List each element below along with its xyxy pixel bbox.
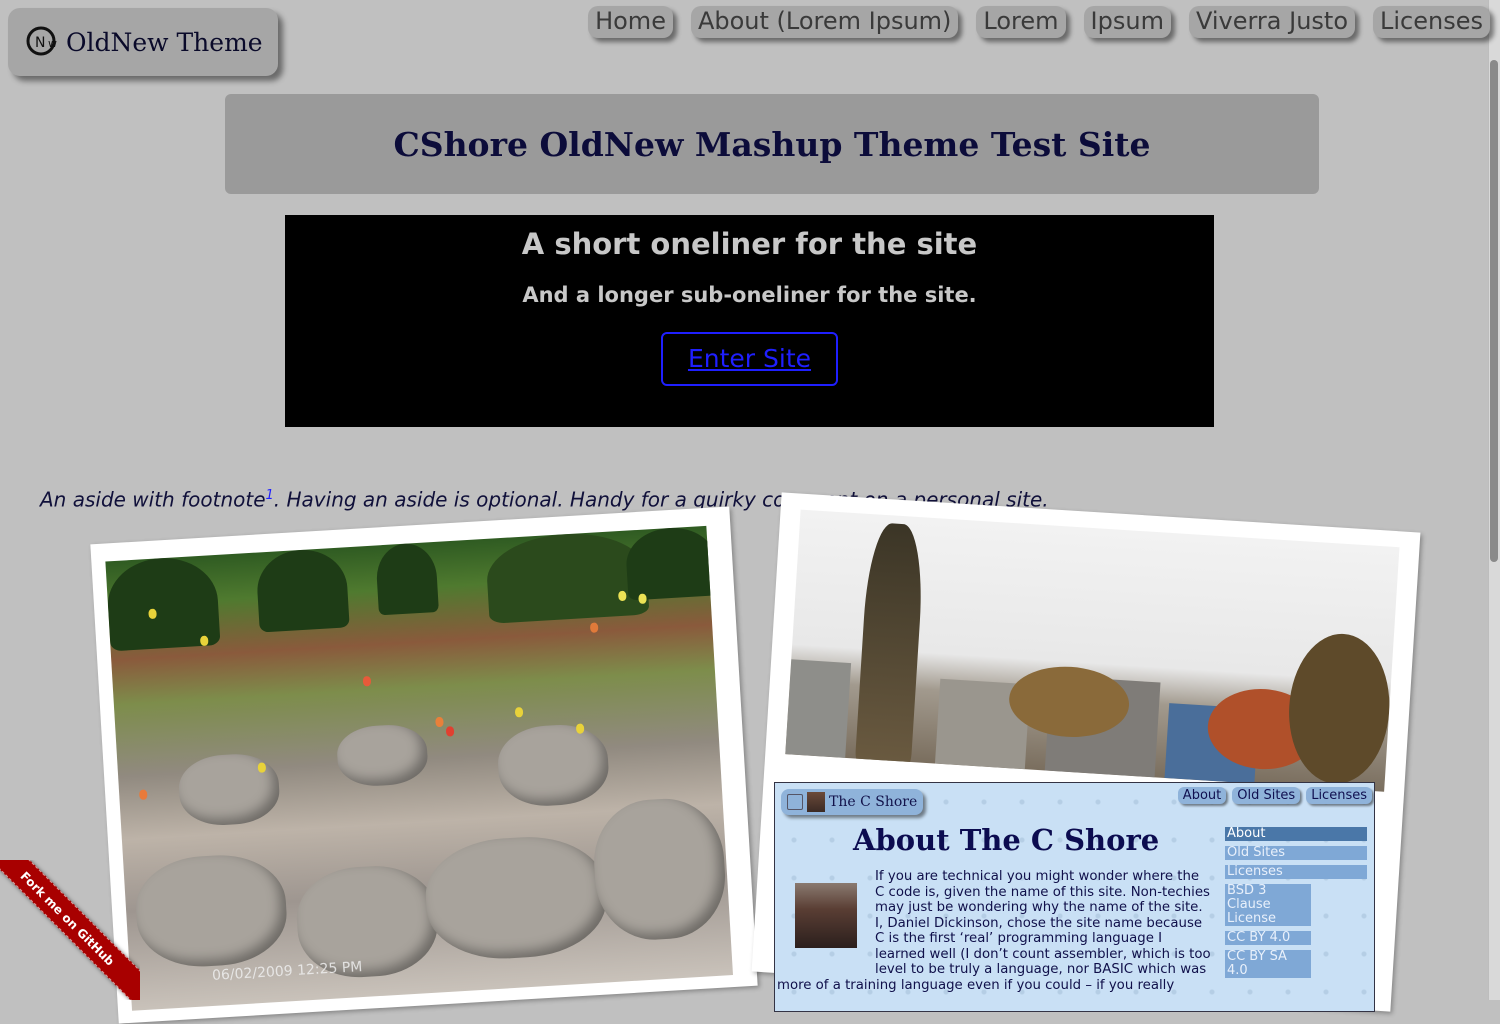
paragraph-line: learned well (I don’t count assembler, w… bbox=[875, 946, 1211, 962]
paragraph-line: C code is, given the name of this site. … bbox=[875, 884, 1210, 900]
garden-photo: 06/02/2009 12:25 PM bbox=[105, 525, 734, 1011]
paragraph-line: may just be wondering why the name of th… bbox=[875, 900, 1203, 915]
paragraph-line: level to be truly a language, nor BASIC … bbox=[875, 962, 1207, 977]
embed-navigation: About Old Sites Licenses bbox=[1177, 787, 1372, 804]
svg-text:N: N bbox=[35, 35, 45, 51]
hero-title: A short oneliner for the site bbox=[521, 227, 978, 261]
enter-site-button[interactable]: Enter Site bbox=[660, 332, 839, 386]
sidebar-item-bsd-3-clause[interactable]: BSD 3 Clause License bbox=[1225, 884, 1311, 926]
oldnew-logo-icon: N w bbox=[26, 25, 60, 59]
nav-about[interactable]: About (Lorem Ipsum) bbox=[690, 6, 959, 38]
nav-viverra-justo[interactable]: Viverra Justo bbox=[1188, 6, 1356, 38]
paragraph-line: more of a training language even if you … bbox=[777, 977, 1175, 993]
site-logo-title: OldNew Theme bbox=[66, 27, 263, 57]
fork-ribbon-container: Fork me on GitHub bbox=[0, 860, 140, 1000]
hero-subtitle: And a longer sub-oneliner for the site. bbox=[522, 283, 977, 307]
sidebar-item-about[interactable]: About bbox=[1225, 827, 1367, 841]
paragraph-line: If you are technical you might wonder wh… bbox=[875, 869, 1200, 884]
sidebar-item-cc-by-sa[interactable]: CC BY SA 4.0 bbox=[1225, 950, 1311, 978]
embed-nav-about[interactable]: About bbox=[1177, 787, 1227, 804]
nav-lorem[interactable]: Lorem bbox=[976, 6, 1066, 38]
smiley-icon bbox=[787, 794, 803, 810]
svg-text:w: w bbox=[48, 37, 57, 50]
site-title: CShore OldNew Mashup Theme Test Site bbox=[393, 124, 1151, 164]
sidebar-item-licenses[interactable]: Licenses bbox=[1225, 865, 1367, 879]
sidebar-item-cc-by[interactable]: CC BY 4.0 bbox=[1225, 931, 1311, 945]
avatar bbox=[807, 792, 825, 812]
embed-sidebar: About Old Sites Licenses BSD 3 Clause Li… bbox=[1225, 827, 1367, 983]
scrollbar-thumb[interactable] bbox=[1490, 60, 1498, 562]
hero-section: A short oneliner for the site And a long… bbox=[285, 215, 1214, 427]
site-title-banner: CShore OldNew Mashup Theme Test Site bbox=[225, 94, 1319, 194]
site-logo[interactable]: N w OldNew Theme bbox=[8, 8, 278, 76]
embed-logo-label: The C Shore bbox=[829, 794, 918, 810]
paragraph-line: I, Daniel Dickinson, chose the site name… bbox=[875, 915, 1203, 931]
nav-licenses[interactable]: Licenses bbox=[1373, 6, 1490, 38]
embed-nav-old-sites[interactable]: Old Sites bbox=[1232, 787, 1301, 804]
embedded-site-preview[interactable]: The C Shore About Old Sites Licenses Abo… bbox=[774, 782, 1375, 1012]
paragraph-line: C is the first ‘real’ programming langua… bbox=[875, 931, 1163, 946]
footnote-marker: 1 bbox=[266, 484, 274, 503]
nav-home[interactable]: Home bbox=[588, 6, 673, 38]
embed-paragraph: If you are technical you might wonder wh… bbox=[777, 869, 1217, 993]
top-navigation: Home About (Lorem Ipsum) Lorem Ipsum Viv… bbox=[588, 6, 1490, 38]
aside-text-start: An aside with footnote bbox=[40, 487, 266, 512]
vertical-scrollbar[interactable] bbox=[1488, 0, 1500, 1000]
sidebar-item-old-sites[interactable]: Old Sites bbox=[1225, 846, 1367, 860]
garden-photo-frame[interactable]: 06/02/2009 12:25 PM bbox=[90, 506, 758, 1024]
embed-nav-licenses[interactable]: Licenses bbox=[1306, 787, 1372, 804]
embed-logo[interactable]: The C Shore bbox=[781, 789, 923, 815]
fork-on-github-ribbon[interactable]: Fork me on GitHub bbox=[0, 860, 140, 1000]
embed-heading: About The C Shore bbox=[853, 823, 1160, 857]
footnote-link[interactable]: 1 bbox=[266, 488, 274, 503]
trees-photo bbox=[785, 509, 1400, 792]
nav-ipsum[interactable]: Ipsum bbox=[1083, 6, 1171, 38]
